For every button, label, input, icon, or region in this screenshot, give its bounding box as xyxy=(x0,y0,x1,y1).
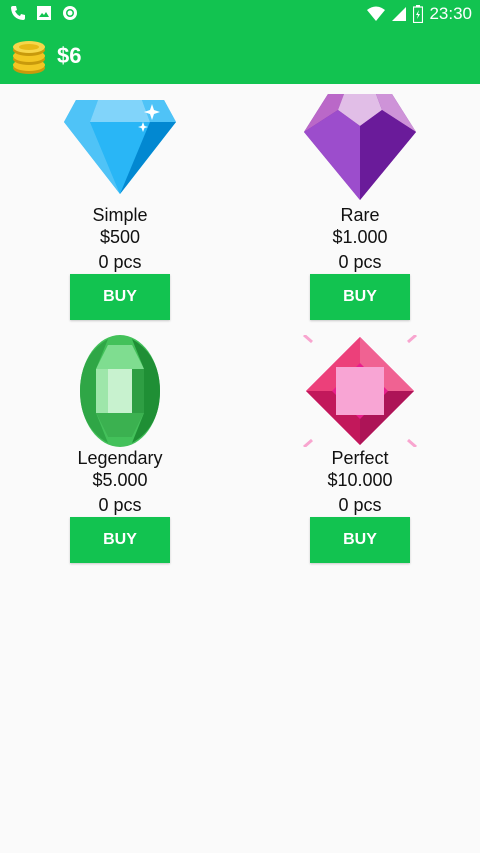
item-name: Rare xyxy=(340,205,380,225)
circle-app-icon xyxy=(63,6,77,20)
signal-icon xyxy=(392,7,407,21)
pink-gem-icon xyxy=(303,335,417,447)
shop-item-perfect: Perfect $10.000 0 pcs BUY xyxy=(280,335,440,563)
item-count: 0 pcs xyxy=(98,495,142,515)
buy-simple-button[interactable]: BUY xyxy=(70,274,170,320)
item-name: Simple xyxy=(92,205,148,225)
item-price: $5.000 xyxy=(92,470,148,490)
coins-icon xyxy=(13,41,45,74)
buy-legendary-button[interactable]: BUY xyxy=(70,517,170,563)
shop-item-rare: Rare $1.000 0 pcs BUY xyxy=(280,92,440,320)
item-count: 0 pcs xyxy=(338,495,382,515)
shop-item-legendary: Legendary $5.000 0 pcs BUY xyxy=(40,335,200,563)
item-count: 0 pcs xyxy=(98,252,142,272)
item-count: 0 pcs xyxy=(338,252,382,272)
item-price: $500 xyxy=(99,227,141,247)
item-price: $10.000 xyxy=(327,470,393,490)
item-name: Perfect xyxy=(331,448,389,468)
status-bar: 23:30 xyxy=(0,0,480,30)
item-name: Legendary xyxy=(77,448,163,468)
blue-diamond-icon xyxy=(64,100,176,194)
buy-rare-button[interactable]: BUY xyxy=(310,274,410,320)
green-emerald-icon xyxy=(80,335,160,447)
wifi-icon xyxy=(367,6,386,21)
clock: 23:30 xyxy=(429,4,472,23)
purple-gem-icon xyxy=(304,94,416,200)
item-price: $1.000 xyxy=(332,227,388,247)
shop-item-simple: Simple $500 0 pcs BUY xyxy=(40,92,200,320)
balance-text: $6 xyxy=(57,43,82,68)
buy-perfect-button[interactable]: BUY xyxy=(310,517,410,563)
battery-icon xyxy=(413,5,424,23)
app-bar: $6 xyxy=(0,30,480,84)
image-icon xyxy=(37,6,51,20)
phone-icon xyxy=(11,6,25,20)
